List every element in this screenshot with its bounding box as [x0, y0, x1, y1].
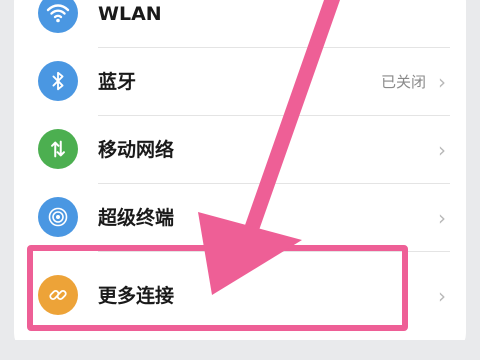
pointer-arrow-icon	[198, 0, 340, 295]
